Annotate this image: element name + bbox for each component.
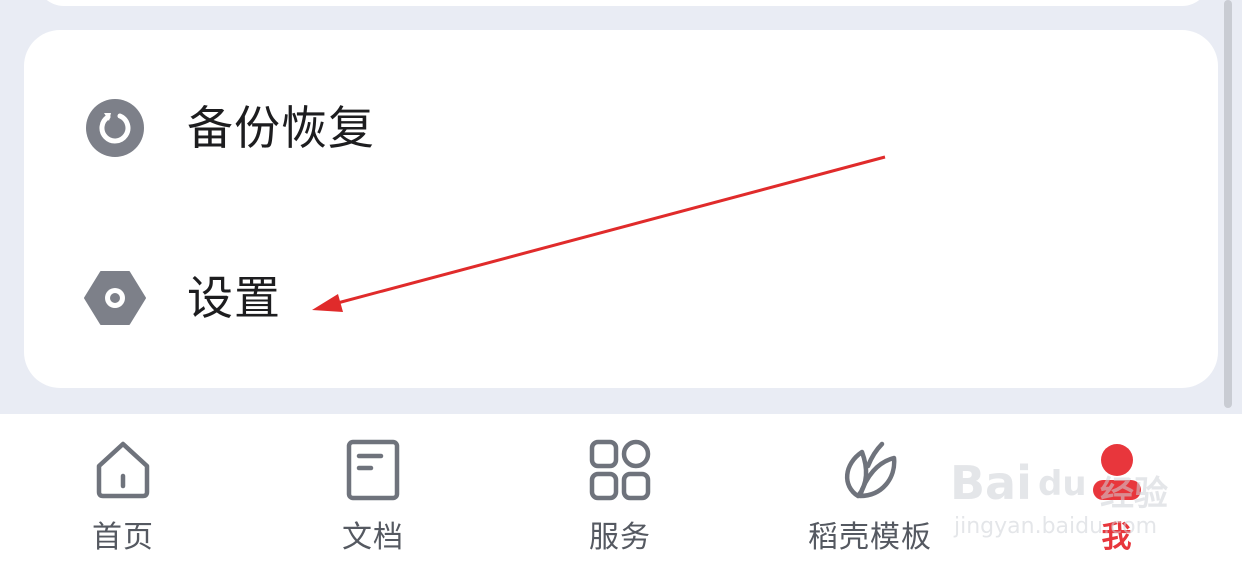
watermark-brand: Bai [950,456,1032,510]
backup-restore-icon [86,99,144,157]
watermark-sub: 经验 [1100,474,1168,514]
nav-item-templates[interactable]: 稻壳模板 [770,414,970,570]
nav-label: 服务 [589,520,651,555]
menu-item-settings[interactable]: 设置 [24,238,1218,358]
nav-item-home[interactable]: 首页 [23,414,223,570]
leaf-icon [845,441,897,499]
settings-gear-icon [84,271,146,325]
menu-item-label: 设置 [187,271,281,325]
nav-label: 首页 [92,520,154,555]
nav-label: 稻壳模板 [808,520,932,555]
watermark-url: jingyan.baidu.com [954,514,1158,539]
menu-item-label: 备份恢复 [187,101,375,155]
baidu-jingyan-watermark: Bai du 经验 jingyan.baidu.com [950,430,1180,550]
grid-apps-icon [589,439,651,501]
menu-item-backup-restore[interactable]: 备份恢复 [24,68,1218,188]
home-icon [96,441,150,499]
nav-item-documents[interactable]: 文档 [273,414,473,570]
watermark-brand-suffix: du [1038,464,1087,504]
menu-card: 备份恢复 设置 [24,30,1218,388]
scrollbar[interactable] [1224,0,1232,408]
previous-card [36,0,1210,6]
nav-item-services[interactable]: 服务 [520,414,720,570]
nav-label: 文档 [342,520,404,555]
document-icon [346,439,400,501]
